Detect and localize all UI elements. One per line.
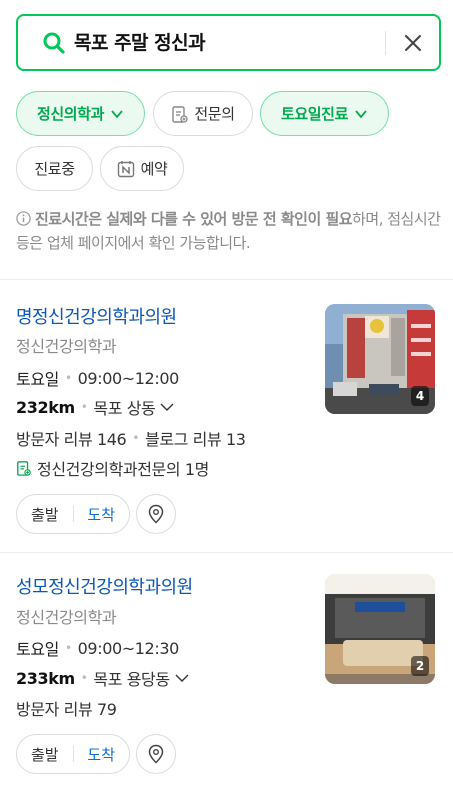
depart-button[interactable]: 출발 (17, 504, 73, 525)
hours-time: 09:00~12:00 (77, 368, 180, 388)
route-button[interactable]: 출발 도착 (16, 494, 130, 534)
map-pin-icon (148, 744, 164, 764)
dot-separator: • (64, 371, 72, 385)
hours-notice: 진료시간은 실제와 다를 수 있어 방문 전 확인이 필요하며, 점심시간 등은… (16, 207, 441, 255)
notice-bold-text: 진료시간은 실제와 다를 수 있어 방문 전 확인이 필요 (35, 210, 353, 228)
place-category: 정신건강의학과 (16, 337, 117, 356)
info-icon (16, 211, 31, 226)
distance-line[interactable]: 232km • 목포 상동 (16, 395, 175, 419)
map-pin-button[interactable] (136, 494, 176, 534)
chevron-down-icon[interactable] (174, 671, 190, 685)
filter-chip-saturday[interactable]: 토요일진료 (260, 91, 389, 136)
filter-chip-dept[interactable]: 정신의학과 (16, 91, 145, 136)
dot-separator: • (80, 671, 88, 685)
list-item[interactable]: 성모정신건강의학과의원 정신건강의학과 토요일 • 09:00~12:30 23… (0, 553, 453, 791)
place-name-link[interactable]: 성모정신건강의학과의원 (16, 573, 193, 599)
search-icon (43, 32, 65, 54)
doctor-badge-icon (17, 461, 31, 476)
distance: 233km (16, 668, 75, 688)
close-icon[interactable] (401, 31, 425, 55)
distance: 232km (16, 397, 75, 417)
filter-chip-specialist[interactable]: 전문의 (153, 91, 253, 136)
route-button[interactable]: 출발 도착 (16, 734, 130, 774)
review-line: 방문자 리뷰 79 (16, 696, 117, 720)
doctor-badge-icon (172, 105, 189, 123)
filter-chip-label: 예약 (140, 160, 168, 178)
place-category: 정신건강의학과 (16, 608, 117, 627)
place-photo[interactable]: 2 (325, 574, 435, 684)
place-name-link[interactable]: 명정신건강의학과의원 (16, 303, 177, 329)
visitor-reviews: 방문자 리뷰 79 (16, 700, 117, 719)
naver-booking-icon (117, 160, 134, 177)
list-item[interactable]: 명정신건강의학과의원 정신건강의학과 토요일 • 09:00~12:00 232… (0, 280, 453, 552)
hours-line: 토요일 • 09:00~12:30 (16, 636, 179, 660)
arrive-button[interactable]: 도착 (73, 504, 129, 525)
filter-chip-reservation[interactable]: 예약 (100, 146, 184, 191)
blog-reviews: 블로그 리뷰 13 (145, 430, 246, 449)
address: 목포 상동 (93, 399, 156, 418)
dot-separator: • (132, 431, 139, 445)
dot-separator: • (80, 400, 88, 414)
search-divider (385, 31, 386, 55)
place-photo[interactable]: 4 (325, 304, 435, 414)
search-input[interactable]: 목포 주말 정신과 (74, 29, 206, 57)
depart-button[interactable]: 출발 (17, 744, 73, 765)
distance-line[interactable]: 233km • 목포 용당동 (16, 666, 190, 690)
chevron-down-icon (355, 109, 367, 118)
chevron-down-icon (111, 109, 123, 118)
hours-time: 09:00~12:30 (77, 638, 180, 658)
photo-count-badge: 4 (411, 386, 429, 406)
review-line: 방문자 리뷰 146 • 블로그 리뷰 13 (16, 426, 246, 450)
hours-day: 토요일 (16, 640, 59, 659)
address: 목포 용당동 (93, 670, 170, 689)
dot-separator: • (64, 641, 72, 655)
search-box[interactable]: 목포 주말 정신과 (16, 14, 441, 71)
specialist-count: 정신건강의학과전문의 1명 (37, 460, 209, 479)
filter-chip-label: 전문의 (194, 105, 235, 123)
map-pin-icon (148, 504, 164, 524)
chevron-down-icon[interactable] (159, 400, 175, 414)
filter-chip-label: 진료중 (34, 160, 75, 178)
filter-chip-label: 정신의학과 (36, 105, 104, 123)
map-pin-button[interactable] (136, 734, 176, 774)
filter-chip-open-now[interactable]: 진료중 (16, 146, 93, 191)
hours-line: 토요일 • 09:00~12:00 (16, 366, 179, 390)
arrive-button[interactable]: 도착 (73, 744, 129, 765)
photo-count-badge: 2 (411, 656, 429, 676)
filter-chip-label: 토요일진료 (280, 105, 348, 123)
specialist-line: 정신건강의학과전문의 1명 (16, 456, 209, 480)
hours-day: 토요일 (16, 370, 59, 389)
visitor-reviews: 방문자 리뷰 146 (16, 430, 127, 449)
